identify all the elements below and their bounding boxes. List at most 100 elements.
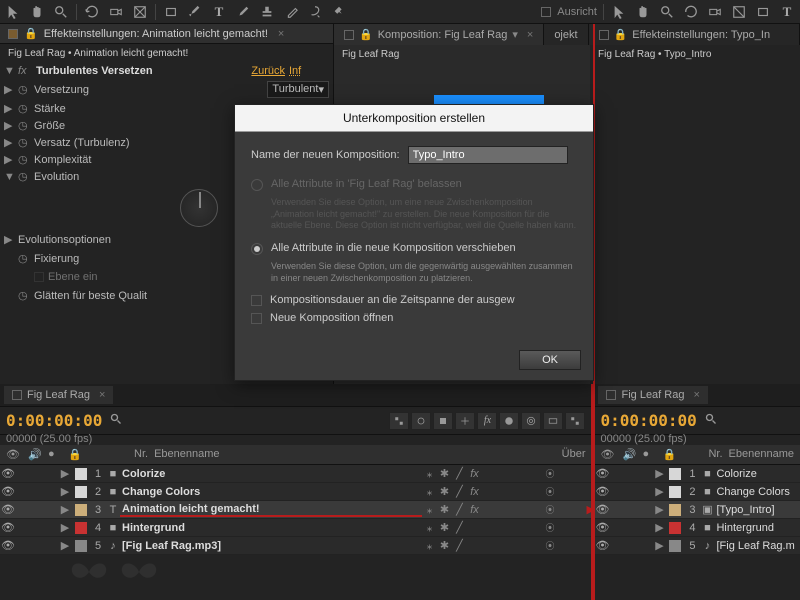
fx-switch[interactable]: fx [467, 467, 481, 481]
comp-name-input[interactable] [408, 146, 568, 164]
timeline-tab[interactable]: Fig Leaf Rag × [598, 386, 707, 404]
layer-row[interactable]: 👁 ▶ 2 ■ Change Colors ⁎ ✱ ╱ fx ⦿ [0, 483, 591, 501]
timecode[interactable]: 0:00:00:00 [6, 411, 102, 430]
frame-blend[interactable] [482, 503, 496, 517]
label-color[interactable] [75, 468, 87, 480]
layer-name[interactable]: [Fig Leaf Rag.m [714, 540, 800, 552]
stamp-tool-icon[interactable] [258, 3, 276, 21]
checkbox[interactable] [541, 7, 551, 17]
search-icon[interactable] [705, 413, 717, 428]
twirl-icon[interactable]: ▶ [58, 539, 72, 552]
layer-name[interactable]: [Typo_Intro] [714, 504, 800, 516]
frame-blend[interactable] [482, 485, 496, 499]
fx-switch[interactable]: fx [467, 485, 481, 499]
stopwatch-icon[interactable]: ◷ [18, 119, 30, 132]
parent-link[interactable]: ⦿ [541, 503, 591, 516]
hand-tool-icon[interactable] [634, 3, 652, 21]
adjustment[interactable] [512, 467, 526, 481]
adjustment[interactable] [512, 485, 526, 499]
anchor-tool-icon[interactable] [730, 3, 748, 21]
type-tool-icon[interactable]: T [210, 3, 228, 21]
visibility-toggle[interactable]: 👁 [594, 521, 610, 534]
tab-effect-right[interactable]: 🔒 Effekteinstellungen: Typo_In [589, 24, 800, 45]
timecode[interactable]: 0:00:00:00 [600, 411, 696, 430]
fx-switch[interactable] [467, 539, 481, 553]
motion-blur[interactable] [497, 539, 511, 553]
visibility-toggle[interactable]: 👁 [0, 485, 16, 498]
layer-row[interactable]: 👁 ▶ 2 ■ Change Colors [594, 483, 800, 501]
parent-link[interactable]: ⦿ [541, 485, 591, 498]
rect-tool-icon[interactable] [162, 3, 180, 21]
layer-row[interactable]: 👁 ▶ 3 T Animation leicht gemacht! ⁎ ✱ ╱ … [0, 501, 591, 519]
layer-name[interactable]: Animation leicht gemacht! [120, 503, 422, 517]
quality-switch[interactable]: ╱ [452, 503, 466, 517]
prop-name[interactable]: Versetzung [34, 84, 263, 96]
zoom-tool-icon[interactable] [52, 3, 70, 21]
stopwatch-icon[interactable]: ◷ [18, 83, 30, 96]
info-link[interactable]: Inf [289, 65, 329, 77]
visibility-toggle[interactable]: 👁 [0, 521, 16, 534]
shy-switch[interactable]: ⁎ [422, 521, 436, 535]
visibility-toggle[interactable]: 👁 [594, 539, 610, 552]
label-color[interactable] [669, 522, 681, 534]
layer-name[interactable]: Colorize [714, 468, 800, 480]
shy-switch[interactable]: ⁎ [422, 485, 436, 499]
camera-tool-icon[interactable] [107, 3, 125, 21]
timeline-tab[interactable]: Fig Leaf Rag × [4, 386, 113, 404]
layer-row[interactable]: ▶👁 ▶ 3 ▣ [Typo_Intro] [594, 501, 800, 519]
switch-btn[interactable] [433, 412, 453, 430]
camera-tool-icon[interactable] [706, 3, 724, 21]
checkbox-open-comp[interactable]: Neue Komposition öffnen [251, 312, 577, 324]
switch-btn[interactable] [389, 412, 409, 430]
eye-col-icon[interactable]: 👁 [600, 448, 616, 461]
search-icon[interactable] [110, 413, 122, 428]
effect-name[interactable]: Turbulentes Versetzen [36, 65, 247, 77]
twirl-icon[interactable]: ▼ [4, 171, 14, 183]
adjustment[interactable] [512, 503, 526, 517]
parent-link[interactable]: ⦿ [541, 539, 591, 552]
stopwatch-icon[interactable]: ◷ [18, 170, 30, 183]
shy-switch[interactable]: ⁎ [422, 539, 436, 553]
eraser-tool-icon[interactable] [282, 3, 300, 21]
switch-btn[interactable] [411, 412, 431, 430]
frame-blend[interactable] [482, 521, 496, 535]
visibility-toggle[interactable]: 👁 [0, 503, 16, 516]
twirl-icon[interactable]: ▼ [4, 65, 14, 77]
close-icon[interactable]: × [99, 389, 105, 401]
layer-row[interactable]: 👁 ▶ 5 ♪ [Fig Leaf Rag.m [594, 537, 800, 555]
twirl-icon[interactable]: ▶ [652, 485, 666, 498]
label-color[interactable] [75, 486, 87, 498]
rotate-tool-icon[interactable] [83, 3, 101, 21]
selection-tool-icon[interactable] [610, 3, 628, 21]
rotate-tool-icon[interactable] [682, 3, 700, 21]
3d-switch[interactable] [527, 539, 541, 553]
switch-btn[interactable] [455, 412, 475, 430]
quality-switch[interactable]: ╱ [452, 485, 466, 499]
adjustment[interactable] [512, 539, 526, 553]
layer-row[interactable]: 👁 ▶ 1 ■ Colorize [594, 465, 800, 483]
stopwatch-icon[interactable]: ◷ [18, 252, 30, 265]
visibility-toggle[interactable]: 👁 [594, 467, 610, 480]
twirl-icon[interactable]: ▶ [4, 119, 14, 132]
label-color[interactable] [669, 486, 681, 498]
twirl-icon[interactable]: ▶ [58, 503, 72, 516]
stopwatch-icon[interactable]: ◷ [18, 153, 30, 166]
quality-switch[interactable]: ╱ [452, 539, 466, 553]
collapse-switch[interactable]: ✱ [437, 521, 451, 535]
collapse-switch[interactable]: ✱ [437, 485, 451, 499]
twirl-icon[interactable]: ▶ [652, 503, 666, 516]
layer-name[interactable]: [Fig Leaf Rag.mp3] [120, 540, 422, 552]
fx-switch[interactable]: fx [467, 503, 481, 517]
3d-switch[interactable] [527, 503, 541, 517]
solo-col[interactable]: ● [48, 448, 62, 461]
brush-tool-icon[interactable] [234, 3, 252, 21]
layer-row[interactable]: 👁 ▶ 5 ♪ [Fig Leaf Rag.mp3] ⁎ ✱ ╱ ⦿ [0, 537, 591, 555]
collapse-switch[interactable]: ✱ [437, 503, 451, 517]
twirl-icon[interactable]: ▶ [58, 467, 72, 480]
frame-blend[interactable] [482, 467, 496, 481]
3d-switch[interactable] [527, 467, 541, 481]
evolution-dial[interactable] [180, 189, 218, 227]
layer-row[interactable]: 👁 ▶ 4 ■ Hintergrund ⁎ ✱ ╱ ⦿ [0, 519, 591, 537]
lock-icon[interactable]: 🔒 [24, 27, 38, 40]
parent-link[interactable]: ⦿ [541, 467, 591, 480]
